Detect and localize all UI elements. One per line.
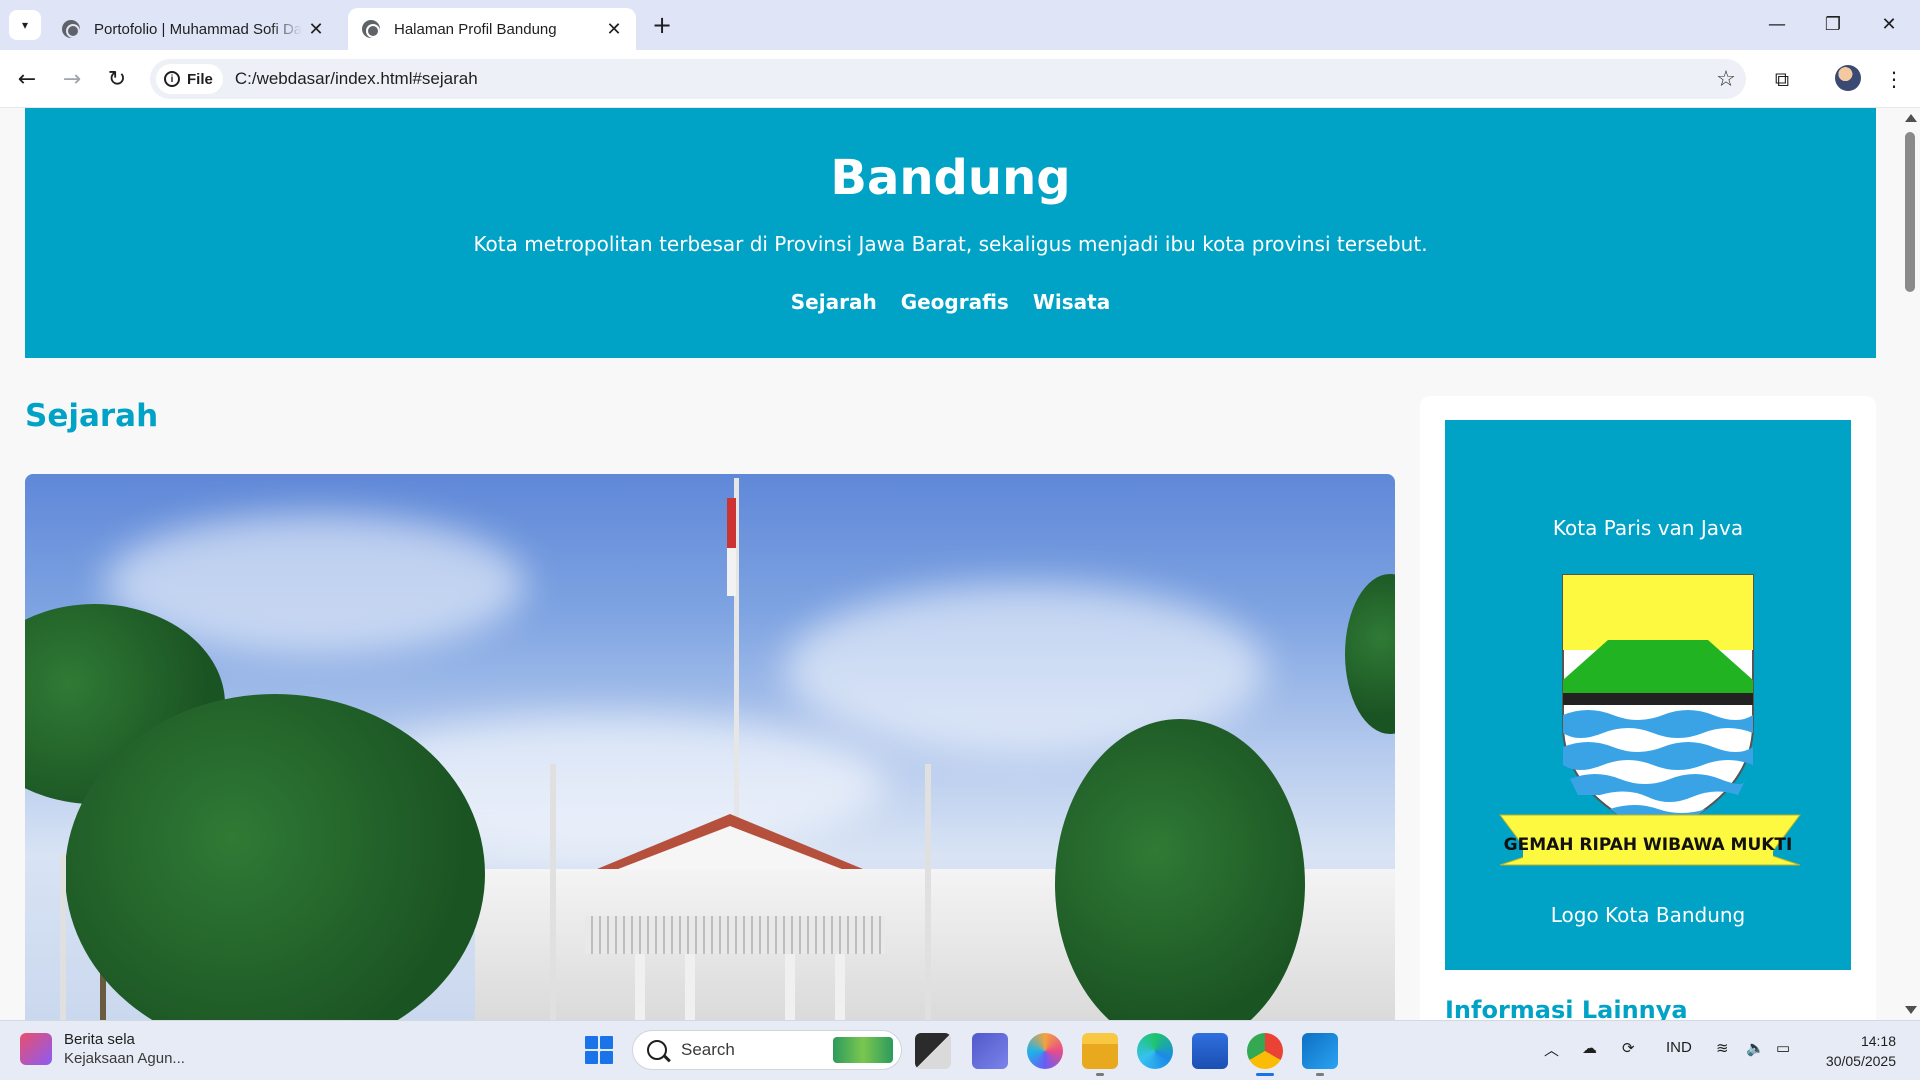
search-label: Search [681,1040,735,1059]
browser-toolbar: ← → ↻ i File C:/webdasar/index.html#seja… [0,50,1920,108]
search-highlight-image [833,1037,893,1063]
tab-title: Portofolio | Muhammad Sofi Da [94,20,302,38]
section-title: Sejarah [25,398,159,434]
extensions-icon[interactable]: ⧉ [1766,63,1798,95]
new-tab-button[interactable]: + [648,10,676,40]
forward-button[interactable]: → [55,62,89,96]
bandung-emblem-logo: GEMAH RIPAH WIBAWA MUKTI [1499,574,1801,866]
site-info-chip[interactable]: i File [156,64,223,94]
sidebar-heading: Informasi Lainnya [1445,996,1688,1020]
page-title: Bandung [830,150,1071,206]
info-icon: i [164,71,180,87]
volume-icon[interactable]: 🔈 [1746,1039,1765,1057]
teams-icon[interactable] [972,1033,1008,1069]
restore-button[interactable]: ❐ [1806,8,1860,40]
news-title: Berita sela [64,1031,135,1048]
language-indicator[interactable]: IND [1666,1039,1692,1056]
search-icon [647,1040,667,1060]
taskbar: Berita sela Kejaksaan Agun... Search ︿ ☁… [0,1020,1920,1080]
tab-strip: ▾ Portofolio | Muhammad Sofi Da ✕ Halama… [0,0,1920,50]
news-widget[interactable]: Berita sela Kejaksaan Agun... [20,1031,185,1067]
store-icon[interactable] [1192,1033,1228,1069]
page-scrollbar[interactable] [1900,108,1920,1020]
wifi-icon[interactable]: ≋ [1716,1039,1729,1057]
task-view-icon[interactable] [915,1033,951,1069]
clock-time: 14:18 [1860,1033,1896,1049]
close-icon[interactable]: ✕ [600,15,628,43]
news-icon [20,1033,52,1065]
minimize-button[interactable]: — [1750,8,1804,40]
address-bar[interactable]: i File C:/webdasar/index.html#sejarah ☆ [150,59,1746,99]
logo-card: Kota Paris van Java GEMAH RIPAH WIBAWA M… [1445,420,1851,970]
system-clock[interactable]: 14:18 30/05/2025 [1812,1031,1896,1071]
nav-link-wisata[interactable]: Wisata [1033,290,1110,314]
close-icon[interactable]: ✕ [302,15,330,43]
show-hidden-icons-chevron-icon[interactable]: ︿ [1544,1039,1559,1060]
vscode-icon[interactable] [1302,1033,1338,1076]
start-button[interactable] [585,1036,613,1064]
hero-header: Bandung Kota metropolitan terbesar di Pr… [25,108,1876,358]
battery-icon[interactable]: ▭ [1776,1039,1790,1057]
scroll-down-arrow[interactable] [1905,1006,1917,1014]
back-button[interactable]: ← [10,62,44,96]
taskbar-search[interactable]: Search [632,1030,902,1070]
web-page: Bandung Kota metropolitan terbesar di Pr… [0,108,1900,1020]
reload-button[interactable]: ↻ [100,62,134,96]
gedung-sate-photo [25,474,1395,1020]
chrome-icon[interactable] [1247,1033,1283,1076]
bookmark-star-icon[interactable]: ☆ [1706,67,1746,92]
scroll-thumb[interactable] [1905,132,1915,292]
edge-icon[interactable] [1137,1033,1173,1069]
nav-link-geografis[interactable]: Geografis [901,290,1009,314]
sidebar: Kota Paris van Java GEMAH RIPAH WIBAWA M… [1420,396,1876,1020]
news-subtitle: Kejaksaan Agun... [64,1050,185,1067]
url-text[interactable]: C:/webdasar/index.html#sejarah [235,69,1706,89]
onedrive-icon[interactable]: ☁ [1582,1039,1597,1057]
clock-date: 30/05/2025 [1825,1053,1896,1069]
nav-link-sejarah[interactable]: Sejarah [791,290,877,314]
globe-icon [362,20,380,38]
tab-halaman-profil[interactable]: Halaman Profil Bandung ✕ [348,8,636,50]
page-subtitle: Kota metropolitan terbesar di Provinsi J… [473,232,1428,256]
main-nav: Sejarah Geografis Wisata [25,290,1876,314]
logo-caption-bottom: Logo Kota Bandung [1550,903,1746,927]
tab-portofolio[interactable]: Portofolio | Muhammad Sofi Da ✕ [48,8,338,50]
scroll-up-arrow[interactable] [1905,114,1917,122]
tab-search-button[interactable]: ▾ [9,10,41,40]
globe-icon [62,20,80,38]
logo-caption-top: Kota Paris van Java [1552,516,1744,540]
scheme-label: File [187,70,213,88]
copilot-icon[interactable] [1027,1033,1063,1069]
file-explorer-icon[interactable] [1082,1033,1118,1076]
tab-title: Halaman Profil Bandung [394,20,557,38]
profile-avatar[interactable] [1835,65,1861,91]
close-window-button[interactable]: ✕ [1862,8,1916,40]
menu-icon[interactable]: ⋮ [1878,63,1910,95]
sync-icon[interactable]: ⟳ [1622,1039,1635,1057]
emblem-motto: GEMAH RIPAH WIBAWA MUKTI [1504,835,1793,855]
